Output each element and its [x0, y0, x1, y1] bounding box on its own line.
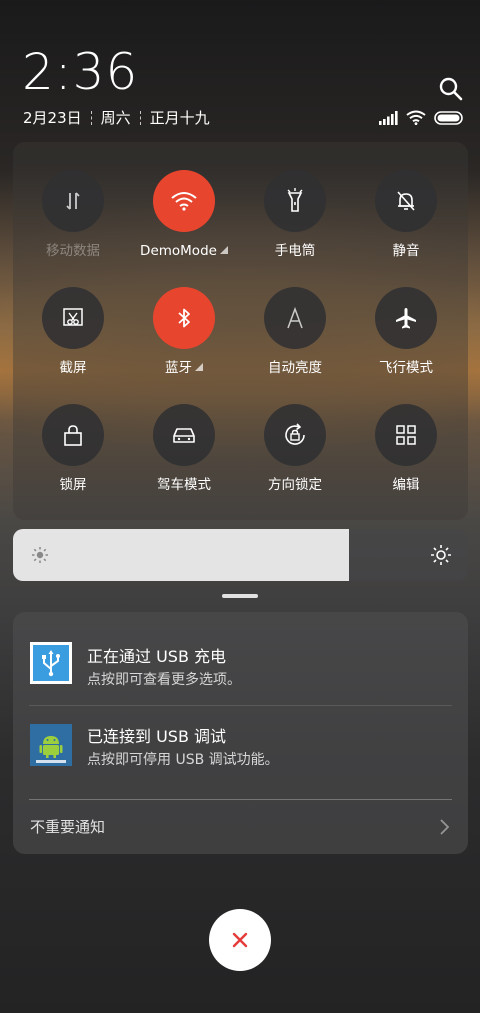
chevron-right-icon[interactable] [437, 818, 451, 836]
close-icon [232, 932, 248, 948]
screenshot-icon [42, 287, 104, 349]
tile-screenshot[interactable]: 截屏 [18, 287, 128, 377]
tile-label: 移动数据 [46, 243, 100, 259]
status-icons [378, 110, 464, 125]
flashlight-icon [264, 170, 326, 232]
tile-label: 方向锁定 [268, 477, 322, 493]
drag-handle[interactable] [222, 594, 258, 598]
notification-usb-charging[interactable]: 正在通过 USB 充电 点按即可查看更多选项。 [13, 612, 468, 692]
divider [90, 110, 92, 125]
car-icon [153, 404, 215, 466]
airplane-icon [375, 287, 437, 349]
mute-bell-icon [375, 170, 437, 232]
brightness-high-icon [431, 545, 451, 565]
bluetooth-icon [153, 287, 215, 349]
tile-label: 驾车模式 [157, 477, 211, 493]
grid-edit-icon [375, 404, 437, 466]
weekday: 周六 [100, 109, 131, 127]
date: 2月23日 [23, 109, 82, 127]
tile-label: 蓝牙 [165, 360, 192, 376]
notification-title: 正在通过 USB 充电 [87, 647, 227, 666]
tile-demomode[interactable]: DemoMode [129, 170, 239, 260]
wifi-icon [406, 110, 426, 125]
tile-flashlight[interactable]: 手电筒 [240, 170, 350, 260]
mobile-data-icon [42, 170, 104, 232]
tile-auto-brightness[interactable]: 自动亮度 [240, 287, 350, 377]
tile-label: 静音 [392, 243, 420, 259]
tile-rotation-lock[interactable]: 方向锁定 [240, 404, 350, 494]
notification-panel: 正在通过 USB 充电 点按即可查看更多选项。 已连接到 USB 调试 点按即可… [13, 612, 468, 854]
notification-subtitle: 点按即可停用 USB 调试功能。 [87, 752, 279, 768]
search-icon[interactable] [438, 76, 464, 102]
battery-icon [434, 110, 463, 125]
expand-arrow-icon [219, 246, 228, 254]
tile-label: 编辑 [392, 477, 420, 493]
divider [139, 110, 141, 125]
lunar-date: 正月十九 [149, 109, 210, 127]
signal-icon [379, 110, 398, 125]
brightness-slider[interactable] [13, 529, 468, 581]
tile-driving-mode[interactable]: 驾车模式 [129, 404, 239, 494]
tile-mobile-data[interactable]: 移动数据 [18, 170, 128, 260]
tile-label: 飞行模式 [379, 360, 433, 376]
notification-usb-debugging[interactable]: 已连接到 USB 调试 点按即可停用 USB 调试功能。 [13, 706, 468, 786]
tile-label: DemoMode [140, 243, 217, 259]
tile-mute[interactable]: 静音 [351, 170, 461, 260]
tile-label: 截屏 [59, 360, 87, 376]
clear-all-button[interactable] [209, 909, 271, 971]
rotation-lock-icon [264, 404, 326, 466]
tile-label: 手电筒 [274, 243, 316, 259]
tile-lock-screen[interactable]: 锁屏 [18, 404, 128, 494]
tile-label: 锁屏 [59, 477, 87, 493]
unimportant-notifications-link[interactable]: 不重要通知 [30, 816, 105, 837]
brightness-fill [13, 529, 349, 581]
expand-arrow-icon [195, 363, 203, 371]
notification-subtitle: 点按即可查看更多选项。 [87, 672, 241, 688]
divider [29, 799, 452, 800]
auto-brightness-icon [264, 287, 326, 349]
tile-edit[interactable]: 编辑 [351, 404, 461, 494]
lock-icon [42, 404, 104, 466]
usb-icon [30, 642, 72, 684]
quick-settings-panel: 移动数据 DemoMode 手电筒 静音 截屏 蓝牙 自动亮度 飞行模式 锁屏 … [13, 142, 468, 520]
android-icon [30, 724, 72, 766]
date-row[interactable]: 2月23日 周六 正月十九 [23, 107, 210, 128]
brightness-low-icon [32, 547, 48, 563]
clock-time[interactable]: 2:36 [22, 44, 138, 100]
tile-airplane[interactable]: 飞行模式 [351, 287, 461, 377]
tile-bluetooth[interactable]: 蓝牙 [129, 287, 239, 377]
wifi-icon [153, 170, 215, 232]
notification-title: 已连接到 USB 调试 [87, 727, 227, 746]
tile-label: 自动亮度 [268, 360, 322, 376]
